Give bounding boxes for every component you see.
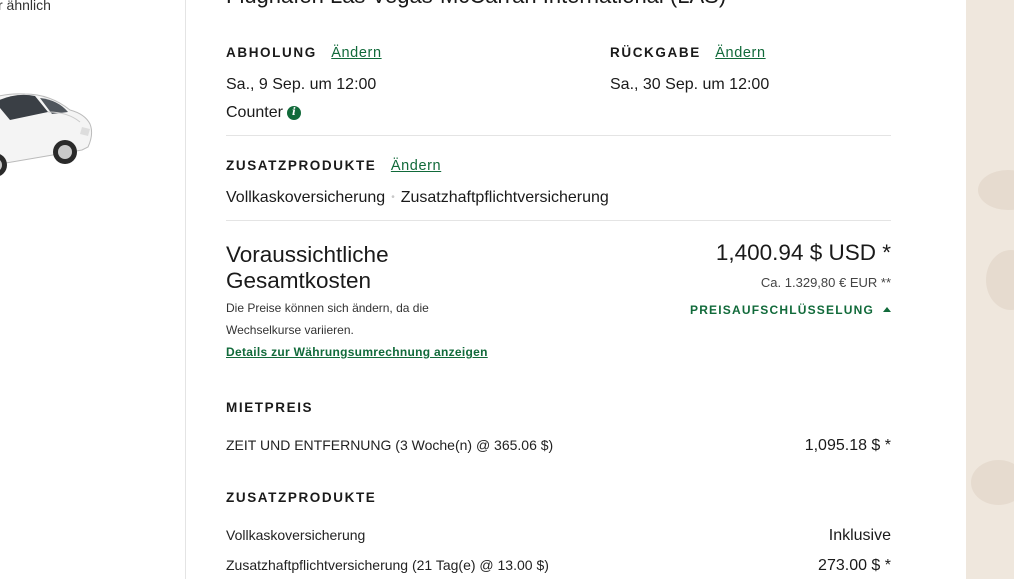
pickup-header: ABHOLUNG Ändern — [226, 44, 382, 62]
car-image — [0, 93, 93, 176]
exchange-note: Die Preise können sich ändern, da die We… — [226, 297, 429, 341]
rental-price-line-label: ZEIT UND ENTFERNUNG (3 Woche(n) @ 365.06… — [226, 437, 554, 453]
extras-breakdown-heading: ZUSATZPRODUKTE — [226, 490, 377, 505]
price-breakdown-label[interactable]: PREISAUFSCHLÜSSELUNG — [690, 303, 874, 317]
vehicle-panel: r ähnlich — [0, 0, 185, 579]
chevron-up-icon[interactable] — [883, 307, 891, 312]
total-amount-usd: 1,400.94 $ USD * — [715, 240, 891, 265]
extra-item: Vollkaskoversicherung — [226, 189, 386, 206]
change-extras-link[interactable]: Ändern — [391, 158, 441, 174]
extras-label: ZUSATZPRODUKTE — [226, 158, 377, 173]
extras-line-value: 273.00 $ * — [818, 557, 891, 574]
extras-line-value: Inklusive — [828, 527, 891, 544]
divider — [226, 135, 891, 136]
info-icon[interactable]: i — [286, 105, 301, 120]
location-title: Flughafen Las Vegas-McCarran Internation… — [226, 0, 726, 9]
pickup-label: ABHOLUNG — [226, 45, 317, 60]
return-label: RÜCKGABE — [610, 45, 701, 60]
change-pickup-link[interactable]: Ändern — [331, 45, 381, 61]
extra-item: Zusatzhaftpflichtversicherung — [400, 189, 609, 206]
total-title-line: Voraussichtliche — [226, 242, 389, 267]
exchange-note-line: Wechselkurse variieren. — [226, 323, 354, 337]
pickup-type: Counter i — [226, 104, 301, 122]
currency-details-wrap: Details zur Währungsumrechnung anzeigen — [226, 343, 488, 361]
separator-dot: • — [391, 192, 395, 204]
currency-details-link[interactable]: Details zur Währungsumrechnung anzeigen — [226, 345, 488, 359]
change-return-link[interactable]: Ändern — [715, 45, 765, 61]
return-datetime: Sa., 30 Sep. um 12:00 — [610, 76, 770, 93]
extras-header: ZUSATZPRODUKTE Ändern — [226, 157, 441, 175]
rental-price-heading: MIETPREIS — [226, 400, 314, 415]
pickup-type-label: Counter — [226, 104, 283, 121]
total-title: Voraussichtliche Gesamtkosten — [226, 242, 389, 294]
pickup-datetime: Sa., 9 Sep. um 12:00 — [226, 76, 377, 93]
price-breakdown-toggle[interactable]: PREISAUFSCHLÜSSELUNG — [690, 301, 891, 319]
extras-line-label: Vollkaskoversicherung — [226, 527, 366, 543]
divider — [226, 220, 891, 221]
exchange-note-line: Die Preise können sich ändern, da die — [226, 301, 429, 315]
decorative-background — [966, 0, 1014, 579]
return-header: RÜCKGABE Ändern — [610, 44, 766, 62]
total-title-line: Gesamtkosten — [226, 268, 372, 293]
similar-vehicle-text: r ähnlich — [0, 0, 51, 13]
extras-list: Vollkaskoversicherung • Zusatzhaftpflichtv… — [226, 189, 609, 207]
extras-line-label: Zusatzhaftpflichtversicherung (21 Tag(e)… — [226, 557, 549, 573]
booking-summary: Flughafen Las Vegas-McCarran Internation… — [226, 0, 891, 579]
column-divider — [185, 0, 186, 579]
rental-price-line-value: 1,095.18 $ * — [804, 437, 891, 454]
total-amount-eur: Ca. 1.329,80 € EUR ** — [760, 275, 891, 290]
